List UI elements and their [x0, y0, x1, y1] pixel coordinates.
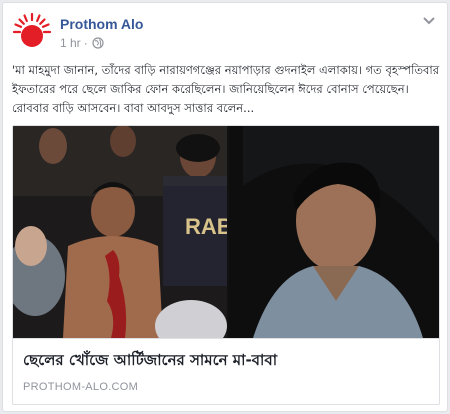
link-footer[interactable]: ছেলের খোঁজে আর্টিজানের সামনে মা-বাবা PRO…	[13, 338, 439, 404]
post-body-text: 'মা মাহমুদা জানান, তাঁদের বাড়ি নারায়ণগ…	[12, 63, 440, 115]
link-domain: PROTHOM-ALO.COM	[23, 381, 139, 393]
svg-text:RAB: RAB	[185, 214, 233, 239]
globe-icon	[92, 37, 104, 49]
link-preview[interactable]: RAB ছেলের খোঁজে আর্টিজানের সামনে মা-বাবা…	[12, 125, 440, 405]
post-timestamp[interactable]: 1 hr	[60, 36, 81, 50]
post-meta: 1 hr ·	[60, 36, 104, 50]
meta-separator: ·	[83, 36, 88, 50]
prothom-alo-logo	[12, 12, 52, 47]
post-card: Prothom Alo 1 hr · 'মা মাহমুদা জানান, তাঁ…	[2, 2, 448, 412]
page-name-link[interactable]: Prothom Alo	[60, 16, 143, 32]
link-title[interactable]: ছেলের খোঁজে আর্টিজানের সামনে মা-বাবা	[23, 349, 431, 374]
link-photo[interactable]: RAB	[13, 126, 439, 338]
page-avatar[interactable]	[12, 12, 52, 52]
chevron-down-icon[interactable]	[422, 16, 436, 26]
news-photo: RAB	[13, 126, 439, 338]
post-header: Prothom Alo 1 hr ·	[12, 12, 438, 52]
